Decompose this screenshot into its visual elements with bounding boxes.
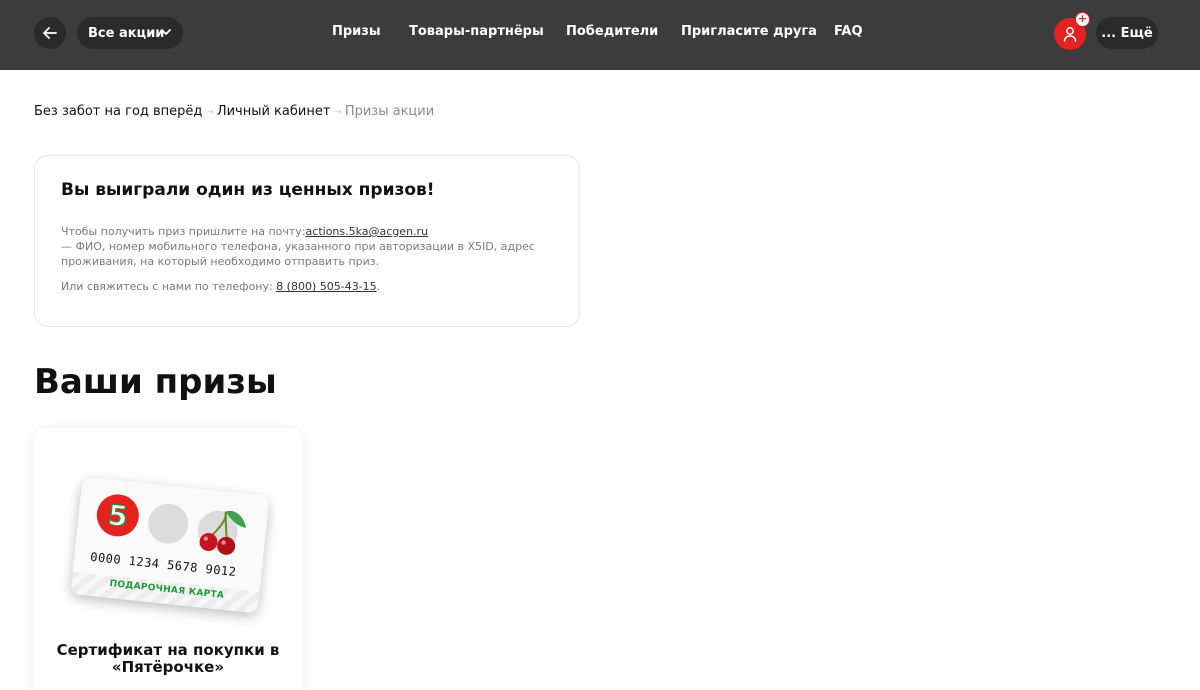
prize-title: Сертификат на покупки в «Пятёрочке» <box>56 641 280 676</box>
info-title: Вы выиграли один из ценных призов! <box>61 180 435 200</box>
breadcrumb-current: Призы акции <box>344 104 435 119</box>
nav-winners[interactable]: Победители <box>566 24 658 39</box>
breadcrumb-item-promo[interactable]: Без забот на год вперёд <box>34 104 202 119</box>
phone-prefix: Или свяжитесь с нами по телефону: <box>61 280 277 293</box>
nav-invite-friend[interactable]: Пригласите друга <box>681 24 817 39</box>
nav-prizes[interactable]: Призы <box>332 24 381 39</box>
prizes-heading: Ваши призы <box>34 362 277 402</box>
user-icon <box>1063 27 1077 42</box>
info-text-details: — ФИО, номер мобильного телефона, указан… <box>61 240 535 268</box>
notification-badge: + <box>1075 12 1090 27</box>
breadcrumb-item-account[interactable]: Личный кабинет <box>217 104 331 119</box>
card-circle-decor <box>146 501 191 546</box>
info-text: Чтобы получить приз пришлите на почту:ac… <box>61 224 541 269</box>
more-button[interactable]: ... Ещё <box>1096 17 1158 49</box>
prize-info-card: Вы выиграли один из ценных призов! Чтобы… <box>34 155 580 327</box>
phone-suffix: . <box>376 280 381 293</box>
svg-text:5: 5 <box>106 498 129 533</box>
main-nav: Призы Товары-партнёры Победители Приглас… <box>0 24 1200 44</box>
pyaterochka-logo: 5 <box>94 492 141 539</box>
nav-partner-products[interactable]: Товары-партнёры <box>409 24 544 39</box>
top-header: Все акции Призы Товары-партнёры Победите… <box>0 0 1200 70</box>
nav-faq[interactable]: FAQ <box>834 24 863 39</box>
email-link[interactable]: actions.5ka@acgen.ru <box>306 225 429 238</box>
info-text-prefix: Чтобы получить приз пришлите на почту: <box>61 225 306 238</box>
breadcrumb-separator: → <box>205 107 214 118</box>
gift-card-image: 5 0000 1234 5678 9012 ПОДАРОЧНАЯ КАРТА <box>70 476 270 614</box>
phone-link[interactable]: 8 (800) 505-43-15 <box>276 280 377 293</box>
cherry-icon <box>199 510 247 555</box>
info-phone: Или свяжитесь с нами по телефону: 8 (800… <box>61 280 380 293</box>
prize-card[interactable]: 5 0000 1234 5678 9012 ПОДАРОЧНАЯ КАРТА С… <box>34 428 302 690</box>
breadcrumb: Без забот на год вперёд → Личный кабинет → П… <box>34 104 434 119</box>
breadcrumb-separator: → <box>333 107 342 118</box>
